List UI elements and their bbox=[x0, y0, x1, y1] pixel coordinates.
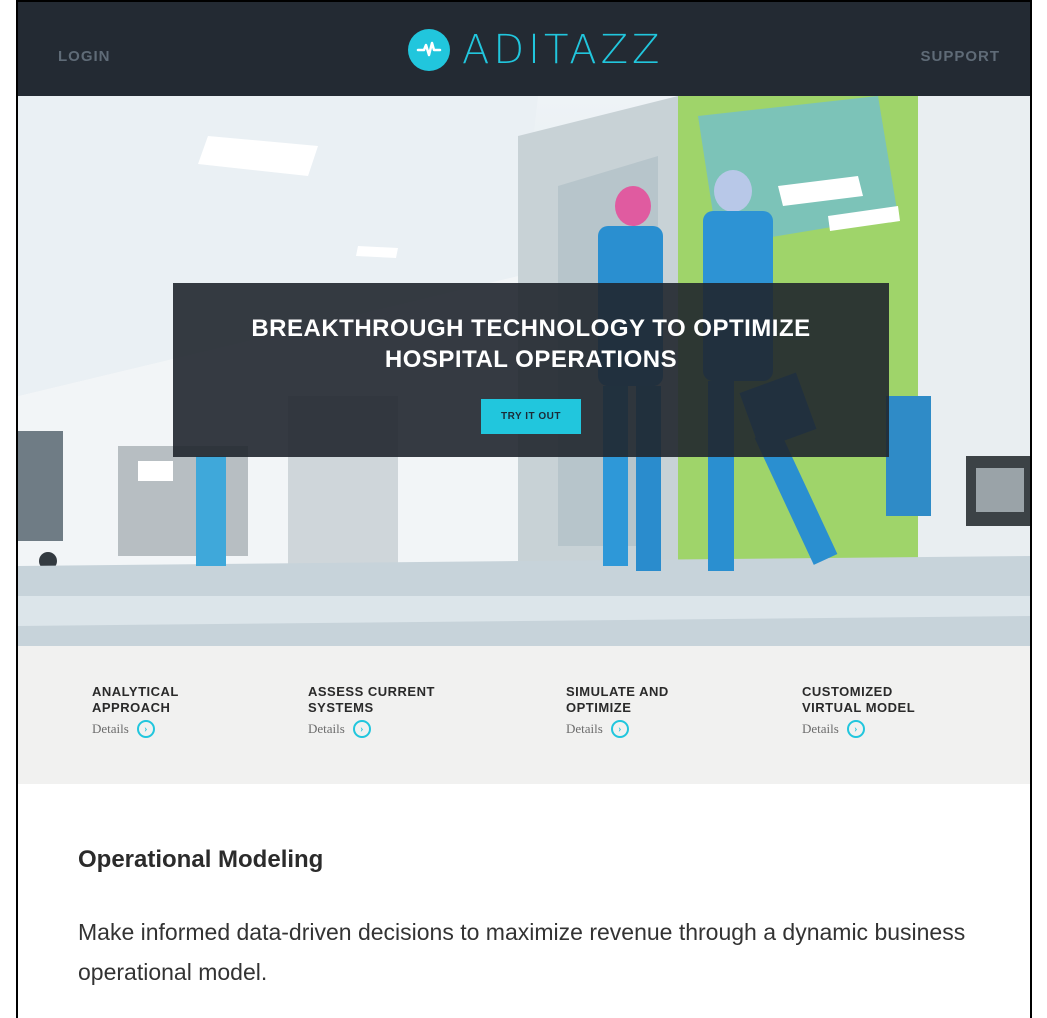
details-label: Details bbox=[92, 721, 129, 736]
details-label: Details bbox=[566, 721, 603, 736]
details-label: Details bbox=[802, 721, 839, 736]
chevron-right-circle-icon[interactable]: › bbox=[846, 720, 865, 738]
hero-banner: BREAKTHROUGH TECHNOLOGY TO OPTIMIZE HOSP… bbox=[18, 96, 1030, 646]
chevron-right-circle-icon[interactable]: › bbox=[136, 720, 155, 738]
details-link[interactable]: Details › bbox=[566, 720, 736, 738]
feature-title: SIMULATE AND OPTIMIZE bbox=[566, 684, 669, 715]
feature-title: ANALYTICAL APPROACH bbox=[92, 684, 179, 715]
brand-logo[interactable]: ADITAZZ bbox=[408, 27, 664, 73]
feature-assess-current-systems: ASSESS CURRENT SYSTEMS Details › bbox=[308, 684, 478, 738]
feature-customized-virtual-model: CUSTOMIZED VIRTUAL MODEL Details › bbox=[802, 684, 972, 738]
section-title: Operational Modeling bbox=[78, 846, 324, 873]
support-link[interactable]: SUPPORT bbox=[920, 48, 1000, 65]
feature-simulate-and-optimize: SIMULATE AND OPTIMIZE Details › bbox=[566, 684, 736, 738]
details-link[interactable]: Details › bbox=[92, 720, 262, 738]
hero-title: BREAKTHROUGH TECHNOLOGY TO OPTIMIZE HOSP… bbox=[251, 315, 811, 373]
features-strip: ANALYTICAL APPROACH Details › ASSESS CUR… bbox=[18, 646, 1030, 784]
section-description: Make informed data-driven decisions to m… bbox=[78, 919, 966, 985]
details-link[interactable]: Details › bbox=[308, 720, 478, 738]
site-header: LOGIN ADITAZZ SUPPORT bbox=[18, 2, 1030, 96]
feature-title: CUSTOMIZED VIRTUAL MODEL bbox=[802, 684, 916, 715]
feature-title: ASSESS CURRENT SYSTEMS bbox=[308, 684, 435, 715]
hero-overlay: BREAKTHROUGH TECHNOLOGY TO OPTIMIZE HOSP… bbox=[173, 283, 889, 457]
try-it-out-button[interactable]: TRY IT OUT bbox=[481, 399, 581, 434]
content-section: Operational Modeling Make informed data-… bbox=[18, 784, 1030, 1018]
chevron-right-circle-icon[interactable]: › bbox=[352, 720, 371, 738]
login-link[interactable]: LOGIN bbox=[58, 48, 111, 65]
details-label: Details bbox=[308, 721, 345, 736]
logo-pulse-icon bbox=[408, 29, 450, 71]
details-link[interactable]: Details › bbox=[802, 720, 972, 738]
logo-text: ADITAZZ bbox=[462, 27, 664, 73]
feature-analytical-approach: ANALYTICAL APPROACH Details › bbox=[92, 684, 262, 738]
chevron-right-circle-icon[interactable]: › bbox=[610, 720, 629, 738]
page-frame: LOGIN ADITAZZ SUPPORT BREAKTHROUGH TECHN… bbox=[16, 0, 1032, 1018]
